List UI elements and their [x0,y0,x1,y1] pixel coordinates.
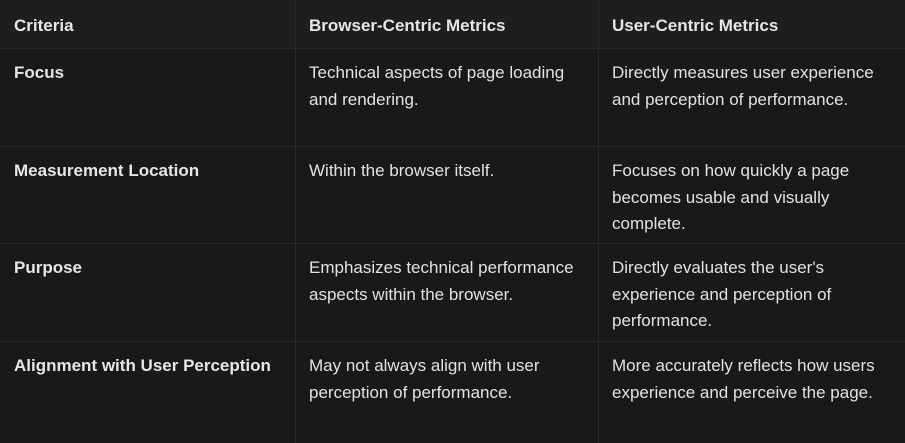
table-row: Focus Technical aspects of page loading … [0,49,905,147]
table-row: Measurement Location Within the browser … [0,147,905,244]
table-row: Alignment with User Perception May not a… [0,342,905,443]
user-centric-cell: Directly measures user experience and pe… [612,63,874,109]
user-centric-cell: More accurately reflects how users exper… [612,356,875,402]
header-browser-centric: Browser-Centric Metrics [296,0,599,48]
criteria-cell: Measurement Location [0,147,296,243]
criteria-cell: Alignment with User Perception [0,342,296,443]
criteria-cell: Purpose [0,244,296,341]
table-header-row: Criteria Browser-Centric Metrics User-Ce… [0,0,905,49]
browser-centric-cell: Emphasizes technical performance aspects… [296,244,599,341]
user-centric-cell: Directly evaluates the user's experience… [612,258,832,330]
browser-centric-cell: May not always align with user perceptio… [296,342,599,443]
browser-centric-cell: Within the browser itself. [296,147,599,243]
browser-centric-cell: Technical aspects of page loading and re… [296,49,599,146]
table-row: Purpose Emphasizes technical performance… [0,244,905,342]
header-user-centric: User-Centric Metrics [612,16,779,35]
header-criteria: Criteria [0,0,296,48]
criteria-cell: Focus [0,49,296,146]
comparison-table: Criteria Browser-Centric Metrics User-Ce… [0,0,905,443]
user-centric-cell: Focuses on how quickly a page becomes us… [612,161,850,233]
